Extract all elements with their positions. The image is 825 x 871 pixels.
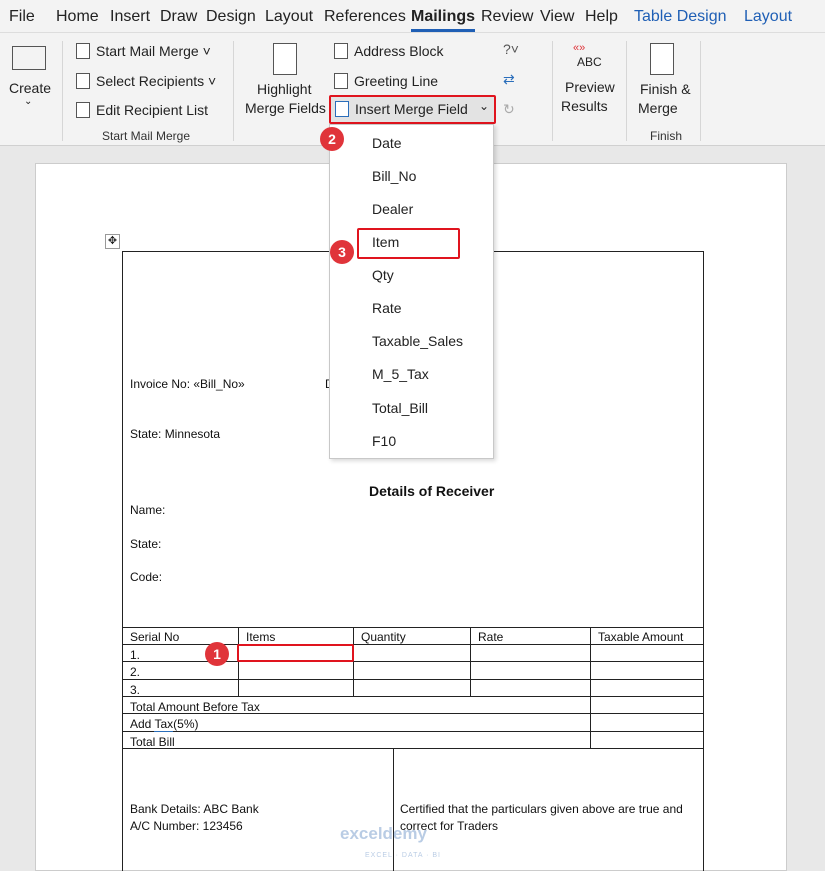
tab-table-design[interactable]: Table Design: [634, 8, 727, 26]
menu-item-rate[interactable]: Rate: [372, 300, 402, 316]
bank-details: Bank Details: ABC Bank: [130, 802, 259, 816]
menu-item-taxable-sales[interactable]: Taxable_Sales: [372, 333, 463, 349]
step-badge-2: 2: [320, 127, 344, 151]
total-before-tax-label: Total Amount Before Tax: [130, 700, 260, 714]
step-badge-1: 1: [205, 642, 229, 666]
receiver-name: Name:: [130, 503, 166, 517]
ribbon-tabs: File Home Insert Draw Design Layout Refe…: [0, 0, 825, 33]
tab-references[interactable]: References: [324, 8, 406, 26]
highlight-merge-fields-button[interactable]: Highlight: [257, 81, 311, 97]
account-number: A/C Number: 123456: [130, 819, 243, 833]
rules-icon[interactable]: ?˅: [503, 41, 519, 57]
preview-results-button[interactable]: Preview: [565, 79, 615, 95]
address-block-button[interactable]: Address Block: [334, 43, 443, 59]
certification-line-1: Certified that the particulars given abo…: [400, 802, 683, 816]
tab-file[interactable]: File: [9, 8, 35, 26]
group-label-start-mail-merge: Start Mail Merge: [102, 129, 191, 143]
highlight-item: [357, 228, 460, 259]
tab-home[interactable]: Home: [56, 8, 99, 26]
tab-insert[interactable]: Insert: [110, 8, 150, 26]
receiver-state: State:: [130, 537, 162, 551]
greeting-line-icon: [334, 73, 348, 89]
row-serial: 1.: [130, 648, 141, 662]
menu-item-dealer[interactable]: Dealer: [372, 201, 413, 217]
recipients-icon: [76, 73, 90, 89]
tab-help[interactable]: Help: [585, 8, 618, 26]
receiver-code: Code:: [130, 570, 163, 584]
update-labels-icon: ↻: [503, 101, 515, 117]
tab-review[interactable]: Review: [481, 8, 533, 26]
menu-item-date[interactable]: Date: [372, 135, 402, 151]
tab-layout[interactable]: Layout: [265, 8, 313, 26]
highlight-merge-fields-label: Merge Fields: [245, 100, 326, 116]
document-icon: [76, 43, 90, 59]
select-recipients-button[interactable]: Select Recipients ˅: [76, 73, 216, 89]
invoice-number: Invoice No: «Bill_No»: [130, 377, 245, 391]
step-badge-3: 3: [330, 240, 354, 264]
start-mail-merge-button[interactable]: Start Mail Merge ˅: [76, 43, 211, 59]
row-serial: 3.: [130, 683, 141, 697]
match-fields-icon[interactable]: ⇄: [503, 71, 515, 88]
state-label: State: Minnesota: [130, 427, 221, 441]
abc-icon: ABC: [577, 55, 602, 69]
header-quantity: Quantity: [361, 630, 406, 644]
envelope-icon: [12, 46, 46, 70]
menu-item-m-5-tax[interactable]: M_5_Tax: [372, 366, 429, 382]
header-taxable-amount: Taxable Amount: [598, 630, 684, 644]
tab-table-layout[interactable]: Layout: [744, 8, 792, 26]
finish-merge-icon: [650, 43, 674, 75]
tab-mailings[interactable]: Mailings: [411, 8, 476, 32]
group-label-finish: Finish: [650, 129, 683, 143]
address-block-icon: [334, 43, 348, 59]
header-serial-no: Serial No: [130, 630, 180, 644]
edit-recipient-list-button[interactable]: Edit Recipient List: [76, 102, 208, 118]
header-rate: Rate: [478, 630, 504, 644]
watermark-logo: exceldemy EXCEL · DATA · BI: [340, 824, 441, 859]
preview-chevrons-icon: «»: [573, 42, 586, 54]
table-move-handle-icon[interactable]: ✥: [105, 234, 120, 249]
tab-draw[interactable]: Draw: [160, 8, 197, 26]
tab-design[interactable]: Design: [206, 8, 256, 26]
menu-item-f10[interactable]: F10: [372, 433, 396, 449]
receiver-heading: Details of Receiver: [369, 483, 495, 499]
preview-results-label: Results: [561, 98, 608, 114]
finish-merge-label: Merge: [638, 100, 678, 116]
greeting-line-button[interactable]: Greeting Line: [334, 73, 438, 89]
menu-item-qty[interactable]: Qty: [372, 267, 394, 283]
edit-list-icon: [76, 102, 90, 118]
insert-merge-field-menu: Date Bill_No Dealer Item Qty Rate Taxabl…: [329, 124, 494, 459]
menu-item-bill-no[interactable]: Bill_No: [372, 168, 416, 184]
chevron-down-icon: ⌄: [24, 96, 33, 107]
items-cell-selected[interactable]: [237, 644, 354, 662]
finish-merge-button[interactable]: Finish &: [640, 81, 691, 97]
header-items: Items: [246, 630, 276, 644]
highlight-insert-merge-field: [329, 95, 496, 124]
menu-item-total-bill[interactable]: Total_Bill: [372, 400, 428, 416]
total-bill-label: Total Bill: [130, 735, 175, 749]
add-tax-label: Add Tax(5%): [130, 717, 199, 732]
row-serial: 2.: [130, 665, 141, 679]
create-button[interactable]: Create: [9, 80, 51, 96]
tab-view[interactable]: View: [540, 8, 574, 26]
highlight-fields-icon: [273, 43, 297, 75]
